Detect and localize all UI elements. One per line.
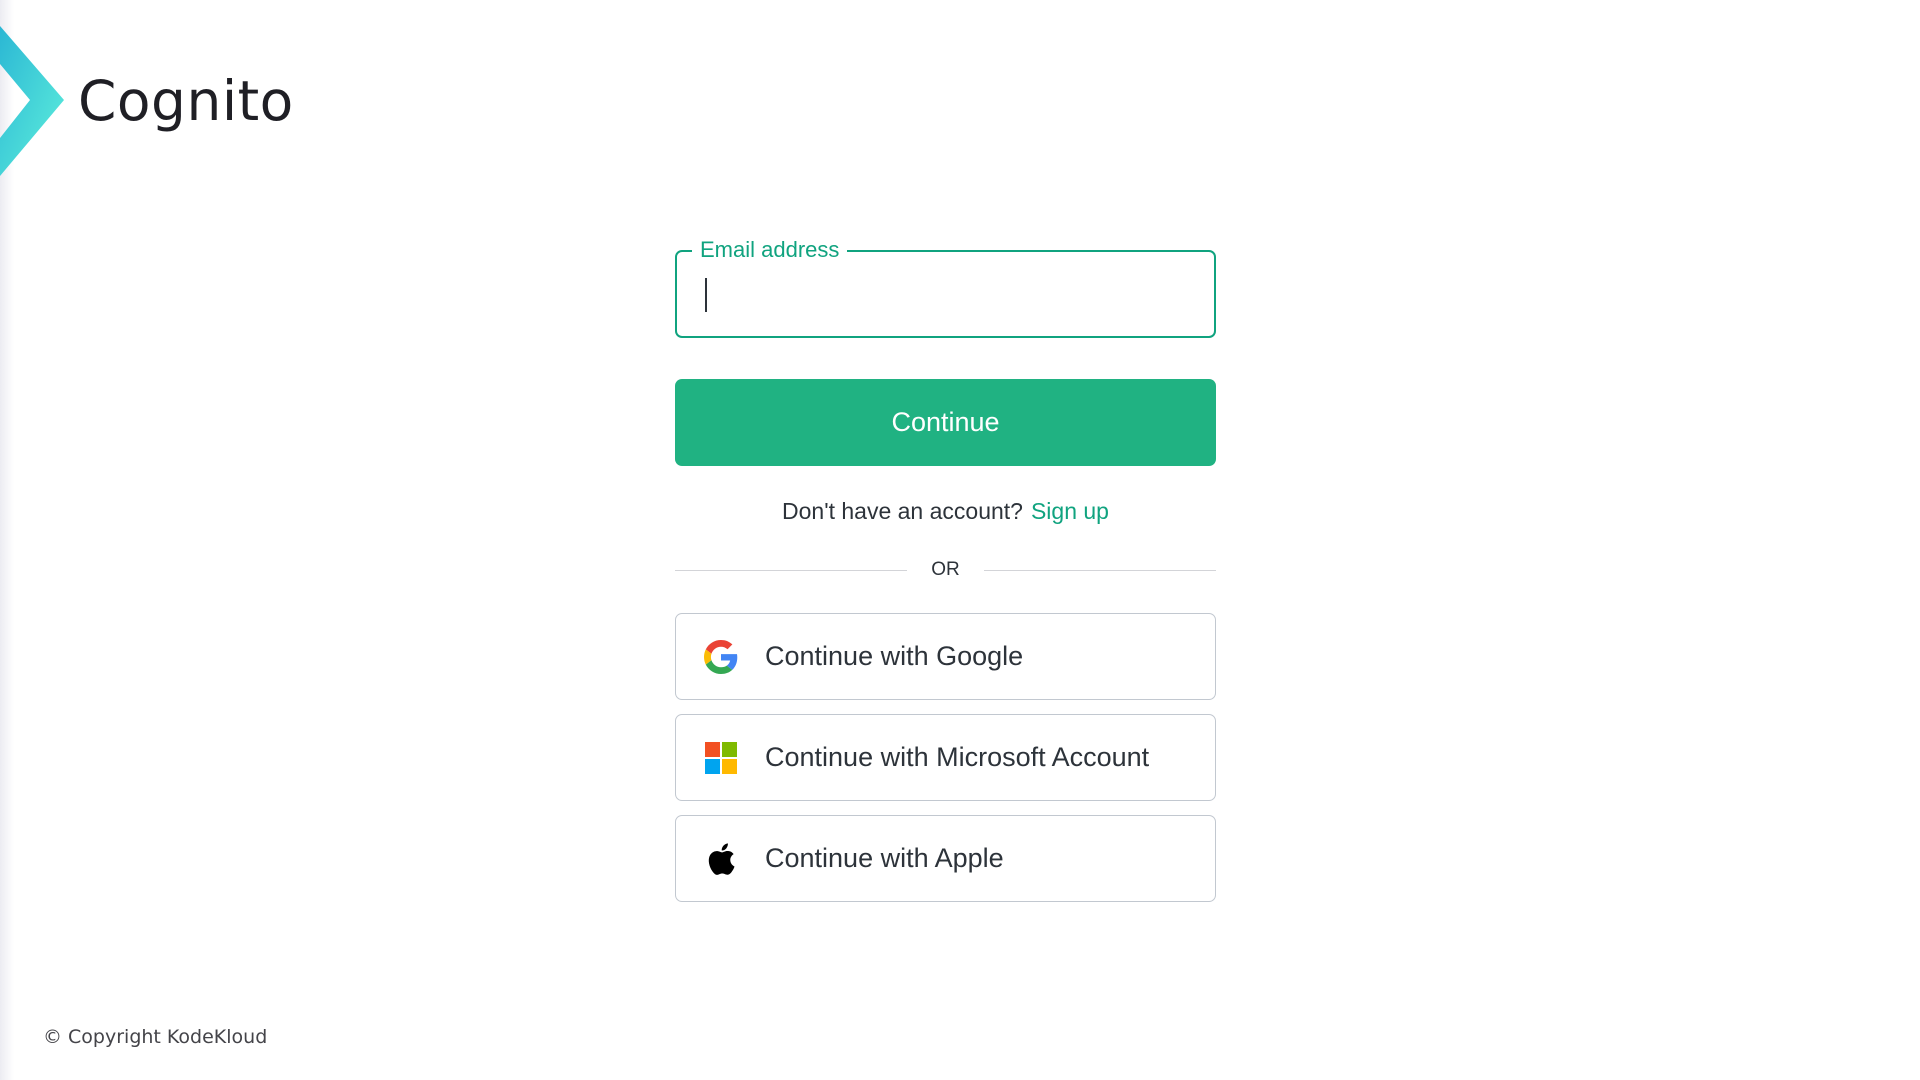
continue-with-google-button[interactable]: Continue with Google <box>675 613 1216 700</box>
login-page: Cognito Email address Continue Don't hav… <box>0 0 1920 1080</box>
continue-with-apple-button[interactable]: Continue with Apple <box>675 815 1216 902</box>
continue-button[interactable]: Continue <box>675 379 1216 466</box>
signup-link[interactable]: Sign up <box>1031 498 1109 524</box>
signup-row: Don't have an account? Sign up <box>675 498 1216 525</box>
or-divider: OR <box>675 559 1216 581</box>
continue-with-microsoft-button[interactable]: Continue with Microsoft Account <box>675 714 1216 801</box>
brand-name: Cognito <box>78 69 294 133</box>
microsoft-icon <box>704 741 738 775</box>
cognito-logo-icon <box>0 26 64 176</box>
divider-line-right <box>983 569 1216 571</box>
social-label-apple: Continue with Apple <box>765 843 1004 873</box>
text-caret <box>705 278 707 312</box>
divider-line-left <box>675 569 908 571</box>
email-input[interactable] <box>677 252 1214 336</box>
google-icon <box>704 639 738 674</box>
email-field-container[interactable]: Email address <box>675 237 1216 338</box>
apple-icon <box>704 842 738 876</box>
social-label-microsoft: Continue with Microsoft Account <box>765 742 1150 772</box>
brand-header: Cognito <box>0 26 294 176</box>
signup-prompt: Don't have an account? <box>782 498 1023 524</box>
social-label-google: Continue with Google <box>765 641 1024 671</box>
divider-text: OR <box>931 559 960 580</box>
login-form: Email address Continue Don't have an acc… <box>675 237 1216 902</box>
copyright-footer: © Copyright KodeKloud <box>43 1026 268 1048</box>
